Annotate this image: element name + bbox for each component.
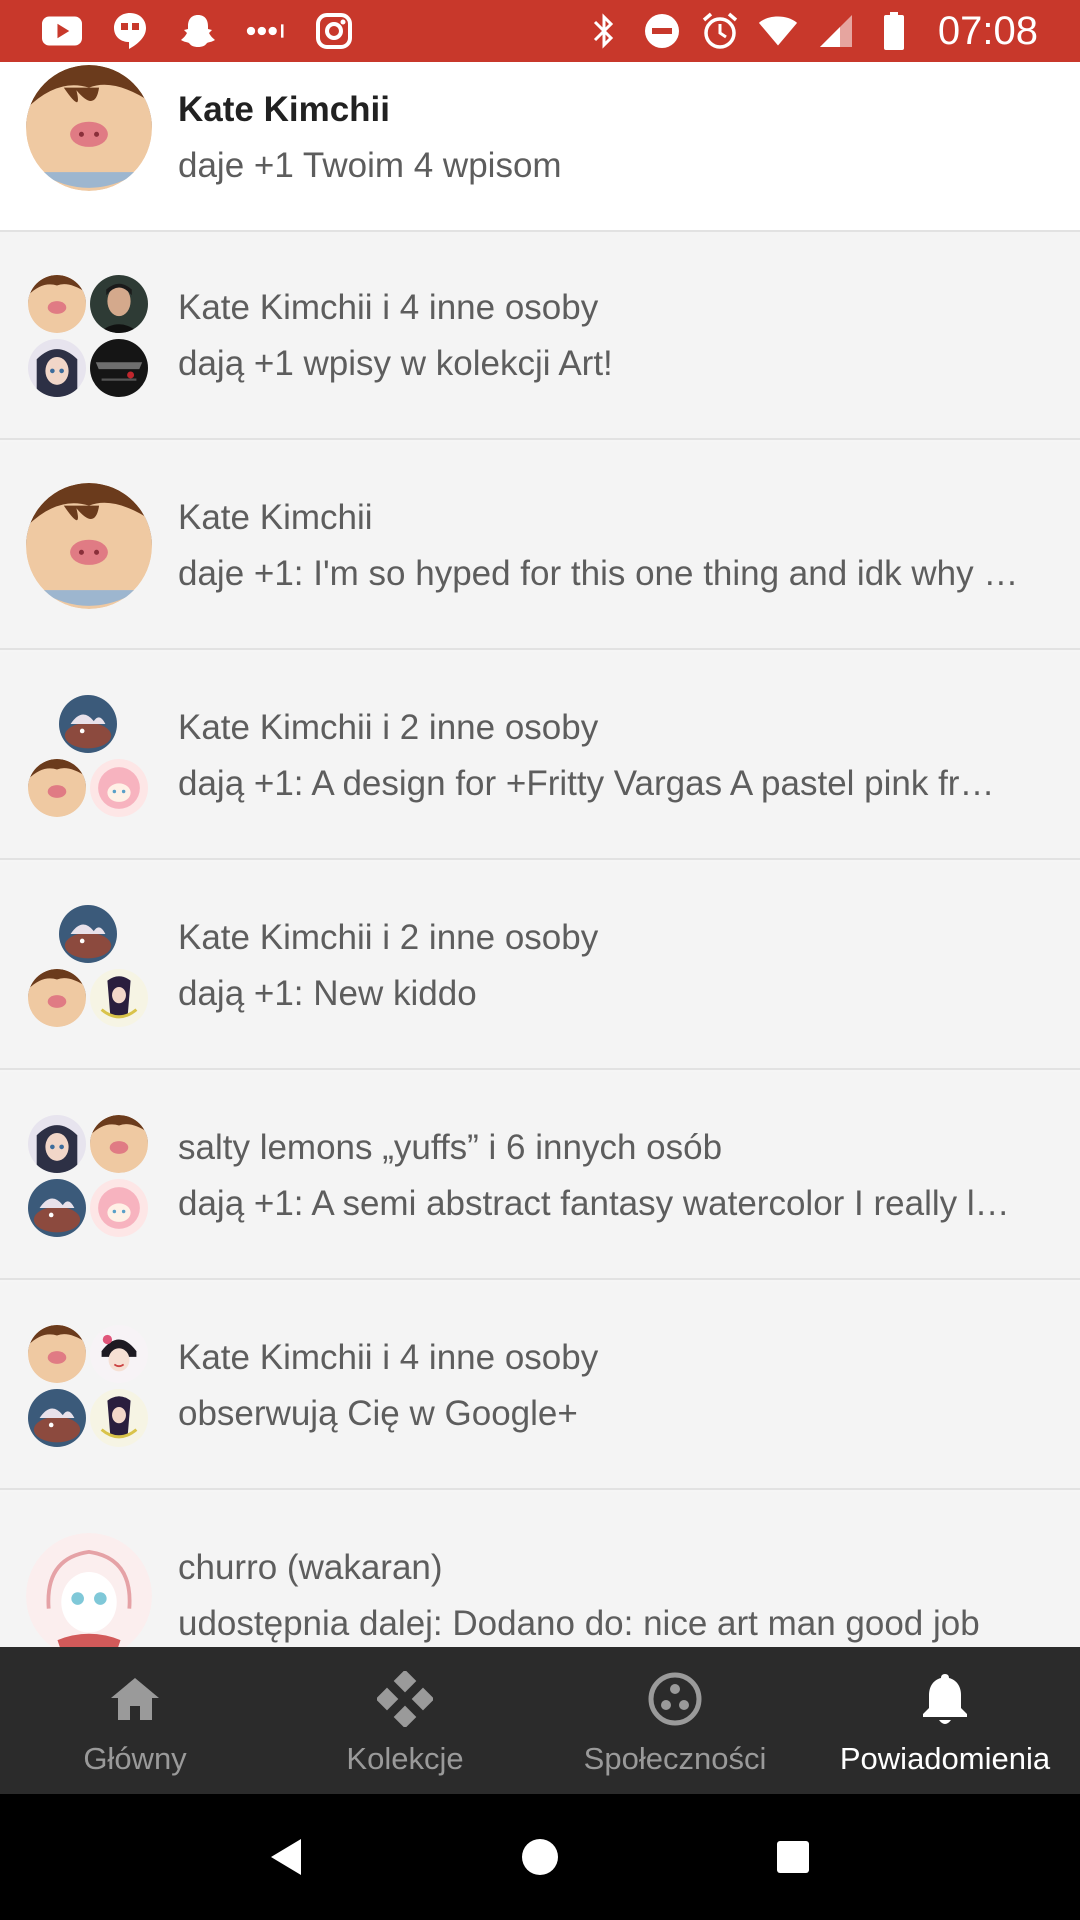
notification-title: Kate Kimchii i 4 inne osoby (178, 1338, 599, 1377)
avatar[interactable] (88, 967, 150, 1029)
bluetooth-icon (584, 11, 624, 51)
avatar[interactable] (26, 1323, 88, 1385)
nav-tab-notifications[interactable]: Powiadomienia (810, 1647, 1080, 1794)
avatar[interactable] (88, 1113, 150, 1175)
avatar[interactable] (88, 1177, 150, 1239)
notification-item[interactable]: Kate Kimchii daje +1 Twoim 4 wpisom (0, 62, 1080, 232)
do-not-disturb-icon (642, 11, 682, 51)
youtube-icon (42, 11, 82, 51)
avatar[interactable] (26, 483, 152, 609)
nav-tab-communities[interactable]: Społeczności (540, 1647, 810, 1794)
notification-text: daje +1 Twoim 4 wpisom (178, 146, 562, 185)
signal-icon (816, 11, 856, 51)
notification-text: dają +1: A semi abstract fantasy waterco… (178, 1184, 1010, 1223)
avatar[interactable] (88, 757, 150, 819)
notification-text: daje +1: I'm so hyped for this one thing… (178, 554, 1019, 593)
avatar-group (26, 903, 152, 1029)
hangouts-icon (110, 11, 150, 51)
avatar[interactable] (57, 903, 119, 965)
more-notifications-icon (246, 11, 286, 51)
avatar[interactable] (88, 273, 150, 335)
avatar[interactable] (57, 693, 119, 755)
nav-label: Powiadomienia (839, 1741, 1051, 1776)
notification-item[interactable]: Kate Kimchii i 2 inne osoby dają +1: New… (0, 862, 1080, 1070)
notification-text: obserwują Cię w Google+ (178, 1394, 578, 1433)
nav-label: Główny (83, 1741, 187, 1776)
nav-tab-home[interactable]: Główny (0, 1647, 270, 1794)
notification-text: dają +1 wpisy w kolekcji Art! (178, 344, 613, 383)
avatar[interactable] (26, 1533, 152, 1647)
recents-icon[interactable] (763, 1827, 823, 1887)
status-bar: 07:08 (0, 0, 1080, 62)
bottom-navigation: Główny Kolekcje Społeczności Powiadomien… (0, 1647, 1080, 1794)
system-navigation-bar (0, 1794, 1080, 1920)
notification-title: churro (wakaran) (178, 1548, 443, 1587)
notification-title: Kate Kimchii i 2 inne osoby (178, 918, 599, 957)
home-icon (105, 1669, 165, 1729)
avatar-group (26, 693, 152, 819)
notification-title: Kate Kimchii i 4 inne osoby (178, 288, 599, 327)
instagram-icon (314, 11, 354, 51)
snapchat-icon (178, 11, 218, 51)
avatar[interactable] (26, 967, 88, 1029)
battery-icon (874, 11, 914, 51)
avatar[interactable] (26, 1177, 88, 1239)
avatar[interactable] (26, 1387, 88, 1449)
avatar-group (26, 273, 152, 399)
avatar-group (26, 1323, 152, 1449)
notification-item[interactable]: Kate Kimchii i 4 inne osoby obserwują Ci… (0, 1282, 1080, 1490)
notification-title: Kate Kimchii (178, 90, 390, 129)
notification-title: Kate Kimchii (178, 498, 373, 537)
notification-item[interactable]: Kate Kimchii i 4 inne osoby dają +1 wpis… (0, 232, 1080, 440)
notification-title: Kate Kimchii i 2 inne osoby (178, 708, 599, 747)
avatar[interactable] (26, 1113, 88, 1175)
avatar[interactable] (88, 1387, 150, 1449)
avatar[interactable] (26, 273, 88, 335)
nav-label: Społeczności (583, 1741, 767, 1776)
back-icon[interactable] (257, 1827, 317, 1887)
avatar[interactable] (26, 65, 152, 191)
notification-item[interactable]: Kate Kimchii i 2 inne osoby dają +1: A d… (0, 652, 1080, 860)
notification-text: dają +1: New kiddo (178, 974, 477, 1013)
avatar[interactable] (88, 337, 150, 399)
alarm-icon (700, 11, 740, 51)
clock-time: 07:08 (937, 8, 1038, 53)
notification-list[interactable]: Kate Kimchii daje +1 Twoim 4 wpisom Kate… (0, 62, 1080, 1647)
notification-item[interactable]: Kate Kimchii daje +1: I'm so hyped for t… (0, 442, 1080, 650)
notification-item[interactable]: salty lemons „yuffs” i 6 innych osób daj… (0, 1072, 1080, 1280)
avatar[interactable] (26, 757, 88, 819)
notification-text: udostępnia dalej: Dodano do: nice art ma… (178, 1604, 980, 1643)
avatar-group (26, 65, 152, 191)
home-circle-icon[interactable] (510, 1827, 570, 1887)
notification-title: salty lemons „yuffs” i 6 innych osób (178, 1128, 723, 1167)
notification-item[interactable]: churro (wakaran) udostępnia dalej: Dodan… (0, 1492, 1080, 1647)
nav-tab-collections[interactable]: Kolekcje (270, 1647, 540, 1794)
communities-icon (645, 1669, 705, 1729)
avatar[interactable] (88, 1323, 150, 1385)
collections-icon (375, 1669, 435, 1729)
notification-text: dają +1: A design for +Fritty Vargas A p… (178, 764, 995, 803)
bell-icon (915, 1669, 975, 1729)
wifi-icon (758, 11, 798, 51)
avatar-group (26, 1113, 152, 1239)
avatar-group (26, 483, 152, 609)
avatar-group (26, 1533, 152, 1647)
avatar[interactable] (26, 337, 88, 399)
nav-label: Kolekcje (346, 1741, 464, 1776)
